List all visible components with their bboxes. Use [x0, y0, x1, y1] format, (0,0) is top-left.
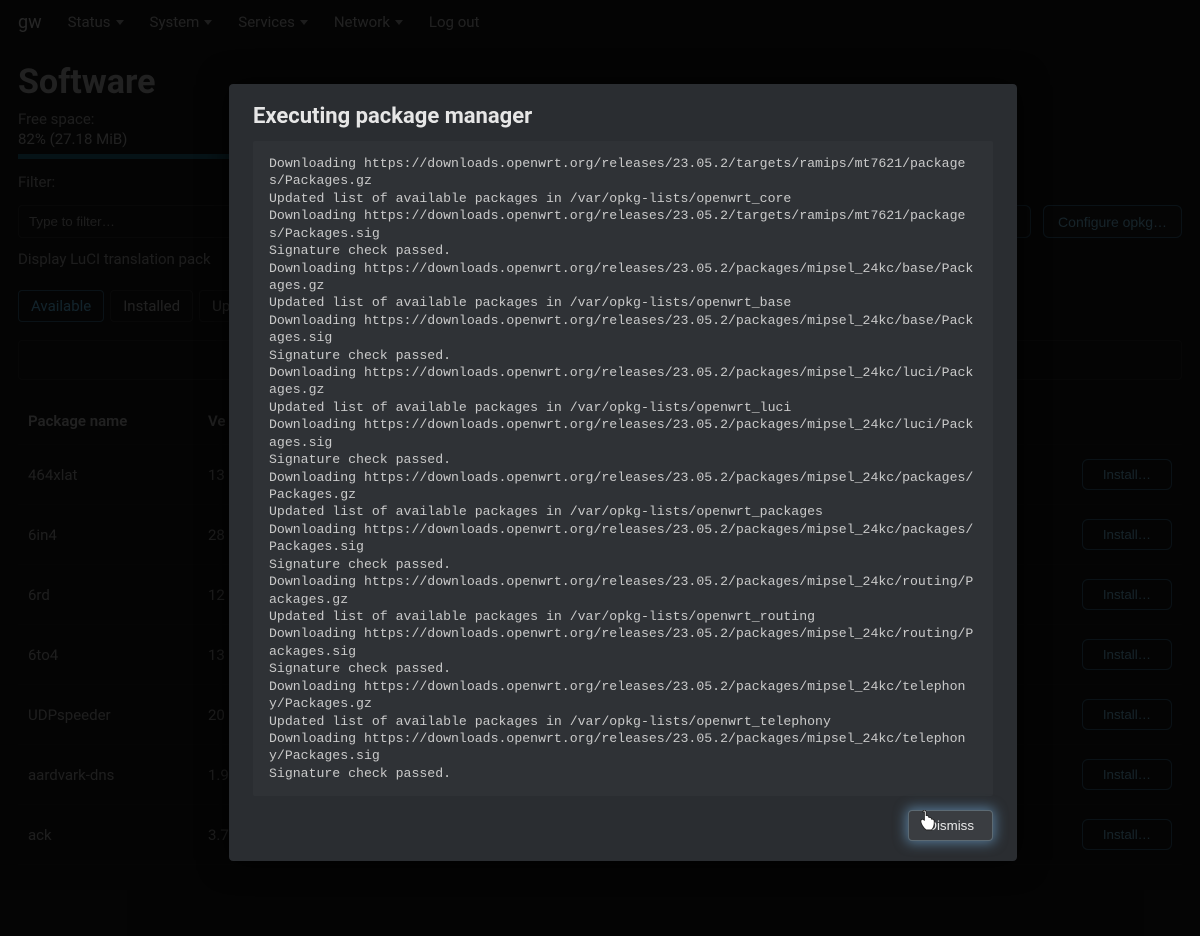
- modal-title: Executing package manager: [253, 104, 993, 129]
- modal-log-output: Downloading https://downloads.openwrt.or…: [253, 141, 993, 796]
- dismiss-button[interactable]: Dismiss: [908, 810, 993, 841]
- modal-executing-package-manager: Executing package manager Downloading ht…: [229, 84, 1017, 861]
